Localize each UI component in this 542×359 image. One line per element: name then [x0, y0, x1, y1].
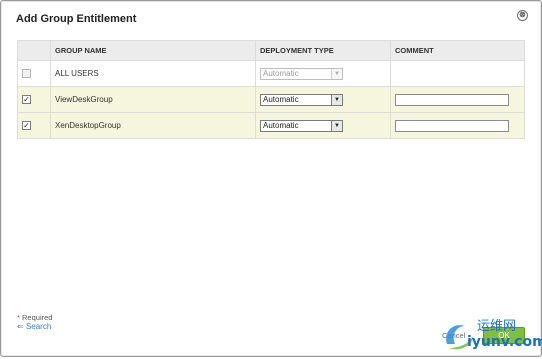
chevron-down-icon[interactable]: ▼	[331, 94, 342, 105]
search-link-label: Search	[25, 322, 52, 331]
group-name-cell: XenDesktopGroup	[50, 112, 256, 139]
comment-input[interactable]	[395, 93, 509, 106]
table-row-xendesktopgroup: ✓ XenDesktopGroup Automatic ▼	[17, 112, 525, 139]
dialog-title: Add Group Entitlement	[16, 13, 137, 25]
column-header-group-name: GROUP NAME	[50, 40, 256, 61]
table-row-all-users: ALL USERS Automatic ▼	[17, 60, 525, 87]
table-header-row: GROUP NAME DEPLOYMENT TYPE COMMENT	[17, 40, 525, 61]
deployment-type-select[interactable]: Automatic ▼	[260, 93, 343, 106]
row-checkbox[interactable]: ✓	[22, 121, 31, 131]
row-checkbox[interactable]	[22, 69, 31, 79]
cancel-button[interactable]: Cancel	[442, 331, 465, 340]
deployment-type-select: Automatic ▼	[260, 67, 343, 80]
required-note: * Required	[17, 313, 52, 322]
deployment-type-select[interactable]: Automatic ▼	[260, 119, 343, 132]
row-checkbox[interactable]: ✓	[22, 95, 31, 105]
add-group-entitlement-dialog: Add Group Entitlement ⊗ GROUP NAME DEPLO…	[0, 0, 542, 357]
group-name-cell: ViewDeskGroup	[50, 86, 256, 113]
deployment-type-value: Automatic	[263, 95, 299, 104]
deployment-type-value: Automatic	[263, 69, 299, 78]
table-row-viewdeskgroup: ✓ ViewDeskGroup Automatic ▼	[17, 86, 525, 113]
ok-button[interactable]: OK	[483, 327, 525, 344]
entitlement-table: GROUP NAME DEPLOYMENT TYPE COMMENT ALL U…	[17, 40, 525, 139]
comment-input[interactable]	[395, 119, 509, 132]
chevron-down-icon[interactable]: ▼	[331, 120, 342, 131]
select-column-header	[17, 40, 51, 61]
column-header-comment: COMMENT	[390, 40, 525, 61]
column-header-deployment-type: DEPLOYMENT TYPE	[255, 40, 391, 61]
search-link[interactable]: ⇐ Search	[17, 322, 51, 331]
back-arrow-icon: ⇐	[17, 322, 24, 331]
close-icon[interactable]: ⊗	[517, 10, 528, 21]
required-label: Required	[22, 313, 53, 322]
deployment-type-value: Automatic	[263, 121, 299, 130]
chevron-down-icon: ▼	[331, 68, 342, 79]
group-name-cell: ALL USERS	[50, 60, 256, 87]
comment-cell	[390, 60, 525, 87]
required-star: *	[17, 313, 20, 322]
